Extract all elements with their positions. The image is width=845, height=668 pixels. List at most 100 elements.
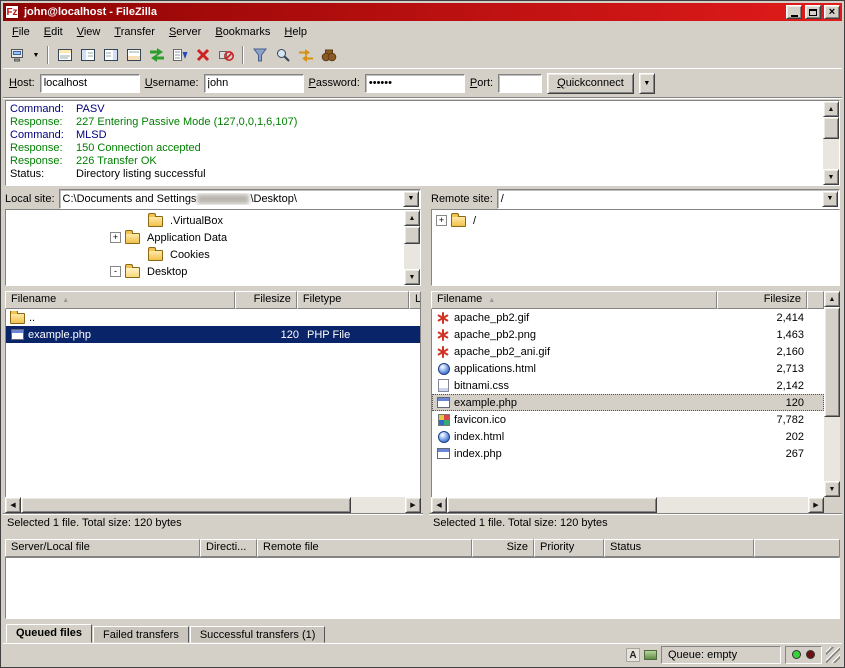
minimize-button[interactable] [786,5,802,19]
file-row[interactable]: index.html202 [432,428,824,445]
tab-successful-transfers[interactable]: Successful transfers (1) [190,626,326,643]
toggle-message-log-button[interactable] [54,44,76,66]
menu-server[interactable]: Server [162,23,208,41]
scroll-down-icon[interactable] [404,269,420,285]
scrollbar-track[interactable] [351,497,405,513]
header-filesize[interactable]: Filesize [717,291,807,309]
queue-header-local-file[interactable]: Server/Local file [5,539,200,557]
file-row[interactable]: favicon.ico7,782 [432,411,824,428]
username-input[interactable] [204,74,304,93]
tree-item-application-data[interactable]: +Application Data [6,229,404,246]
site-manager-dropdown-button[interactable] [30,44,42,66]
file-row-selected[interactable]: example.php120 [432,394,824,411]
header-filename[interactable]: Filename [5,291,235,309]
combo-dropdown-icon[interactable] [822,191,838,207]
scroll-up-icon[interactable] [823,101,839,117]
scrollbar-track[interactable] [657,497,808,513]
scroll-left-icon[interactable] [5,497,21,513]
remote-site-combo[interactable]: / [497,189,840,209]
menu-bar: File Edit View Transfer Server Bookmarks… [3,21,842,42]
host-input[interactable] [40,74,140,93]
scrollbar-track[interactable] [823,139,839,169]
queue-header-priority[interactable]: Priority [534,539,604,557]
scrollbar-thumb[interactable] [823,117,839,139]
resize-grip[interactable] [826,647,840,663]
menu-help[interactable]: Help [277,23,314,41]
filter-button[interactable] [249,44,271,66]
local-site-combo[interactable]: C:\Documents and Settings\Desktop\ [59,189,421,209]
site-manager-button[interactable] [7,44,29,66]
synchronized-browsing-button[interactable] [295,44,317,66]
scrollbar-thumb[interactable] [447,497,657,513]
quickconnect-dropdown-button[interactable] [639,73,655,94]
scrollbar-track[interactable] [404,244,420,269]
port-input[interactable] [498,74,542,93]
file-row[interactable]: index.php267 [432,445,824,462]
file-row[interactable]: bitnami.css2,142 [432,377,824,394]
scrollbar-thumb[interactable] [824,307,840,417]
header-filename[interactable]: Filename [431,291,717,309]
title-bar[interactable]: Fz john@localhost - FileZilla × [3,3,842,21]
local-tree-scrollbar[interactable] [404,210,420,285]
file-row-example-php[interactable]: example.php 120 PHP File 1 [6,326,420,343]
tab-failed-transfers[interactable]: Failed transfers [93,626,189,643]
process-queue-button[interactable] [169,44,191,66]
tree-expander-icon[interactable]: - [110,266,121,277]
quickconnect-button[interactable]: Quickconnect [547,73,634,94]
menu-edit[interactable]: Edit [37,23,70,41]
toggle-local-tree-button[interactable] [77,44,99,66]
log-scrollbar[interactable] [823,101,839,185]
menu-file[interactable]: File [5,23,37,41]
cancel-button[interactable] [192,44,214,66]
datatype-indicator-icon[interactable] [626,648,640,662]
scroll-up-icon[interactable] [824,291,840,307]
toggle-remote-tree-button[interactable] [100,44,122,66]
queue-body[interactable] [5,557,840,619]
tree-item-virtualbox[interactable]: .VirtualBox [6,212,404,229]
file-row[interactable]: apache_pb2_ani.gif2,160 [432,343,824,360]
scroll-right-icon[interactable] [405,497,421,513]
queue-splitter[interactable] [3,531,842,539]
combo-dropdown-icon[interactable] [403,191,419,207]
header-filetype[interactable]: Filetype [297,291,409,309]
menu-view[interactable]: View [70,23,108,41]
queue-header-direction[interactable]: Directi... [200,539,257,557]
scroll-down-icon[interactable] [824,481,840,497]
header-filesize[interactable]: Filesize [235,291,297,309]
close-button[interactable]: × [824,5,840,19]
tab-queued-files[interactable]: Queued files [6,624,92,643]
tree-expander-icon[interactable]: + [110,232,121,243]
file-row[interactable]: applications.html2,713 [432,360,824,377]
queue-header-remote-file[interactable]: Remote file [257,539,472,557]
tree-item-root[interactable]: +/ [432,212,839,229]
tree-item-desktop[interactable]: -Desktop [6,263,404,280]
scrollbar-track[interactable] [824,417,840,481]
scroll-left-icon[interactable] [431,497,447,513]
disconnect-button[interactable] [215,44,237,66]
file-row[interactable]: apache_pb2.gif2,414 [432,309,824,326]
scroll-down-icon[interactable] [823,169,839,185]
file-row[interactable]: apache_pb2.png1,463 [432,326,824,343]
maximize-button[interactable] [805,5,821,19]
queue-header-status[interactable]: Status [604,539,754,557]
queue-header-size[interactable]: Size [472,539,534,557]
menu-bookmarks[interactable]: Bookmarks [208,23,277,41]
directory-comparison-button[interactable] [272,44,294,66]
menu-transfer[interactable]: Transfer [107,23,162,41]
tree-item-cookies[interactable]: Cookies [6,246,404,263]
scrollbar-thumb[interactable] [21,497,351,513]
password-input[interactable] [365,74,465,93]
keypad-indicator-icon[interactable] [644,650,657,660]
find-files-button[interactable] [318,44,340,66]
toggle-transfer-queue-button[interactable] [123,44,145,66]
scrollbar-thumb[interactable] [404,226,420,244]
tree-expander-icon[interactable]: + [436,215,447,226]
header-lastmodified[interactable]: L [409,291,421,309]
file-row-parent-dir[interactable]: .. [6,309,420,326]
remote-list-hscrollbar[interactable] [431,497,824,513]
local-list-hscrollbar[interactable] [5,497,421,513]
scroll-up-icon[interactable] [404,210,420,226]
scroll-right-icon[interactable] [808,497,824,513]
refresh-button[interactable] [146,44,168,66]
remote-list-vscrollbar[interactable] [824,291,840,497]
